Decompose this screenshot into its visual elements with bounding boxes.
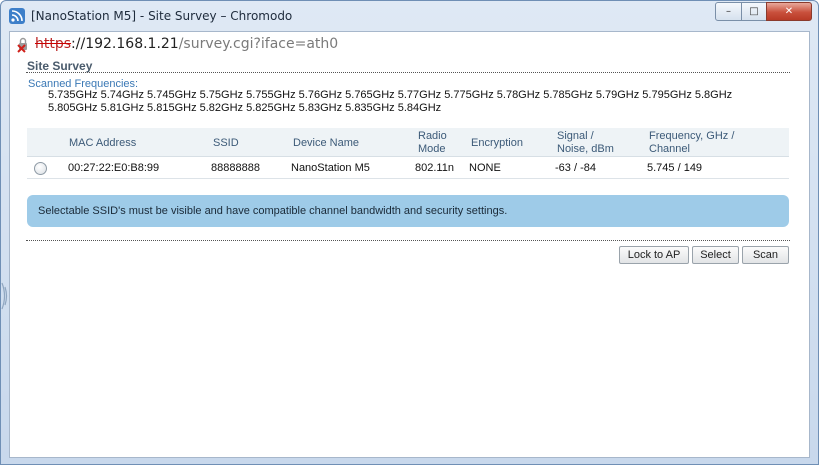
header-signal-noise: Signal / Noise, dBm [557,130,614,156]
cell-frequency-channel: 5.745 / 149 [647,162,703,174]
window-controls: – □ ✕ [715,2,812,21]
header-encryption: Encryption [471,137,523,149]
address-bar[interactable]: https://192.168.1.21/survey.cgi?iface=at… [9,31,810,58]
minimize-icon: – [726,6,731,17]
minimize-button[interactable]: – [715,2,742,21]
top-divider [26,72,790,73]
scan-button[interactable]: Scan [742,246,789,264]
resize-grip [1,281,9,311]
url-path: /survey.cgi?iface=ath0 [178,36,339,52]
action-buttons: Lock to AP Select Scan [619,246,789,264]
table-row[interactable]: 00:27:22:E0:B8:99 88888888 NanoStation M… [27,157,789,179]
title-bar: [NanoStation M5] - Site Survey – Chromod… [1,1,818,31]
header-radio-mode: Radio Mode [418,130,447,156]
maximize-icon: □ [749,6,759,17]
maximize-button[interactable]: □ [741,2,767,21]
survey-table: MAC Address SSID Device Name Radio Mode E… [27,128,789,179]
url-host: 192.168.1.21 [85,36,179,52]
info-message: Selectable SSID's must be visible and ha… [27,195,789,227]
browser-window: [NanoStation M5] - Site Survey – Chromod… [0,0,819,465]
url-separator: :// [71,36,86,52]
url-text[interactable]: https://192.168.1.21/survey.cgi?iface=at… [35,36,338,52]
cell-ssid: 88888888 [211,162,260,174]
url-scheme: https [35,36,72,52]
header-freq-line2: Channel [649,143,690,155]
header-radio-line1: Radio [418,130,447,142]
header-signal-line1: Signal / [557,130,594,142]
header-ssid: SSID [213,137,239,149]
header-signal-line2: Noise, dBm [557,143,614,155]
cell-mac: 00:27:22:E0:B8:99 [68,162,160,174]
table-header: MAC Address SSID Device Name Radio Mode E… [27,128,789,157]
cell-encryption: NONE [469,162,501,174]
select-button[interactable]: Select [692,246,739,264]
cell-radio-mode: 802.11n [415,162,454,174]
header-device-name: Device Name [293,137,360,149]
header-mac: MAC Address [69,137,137,149]
page-title: Site Survey [27,59,93,73]
header-freq-line1: Frequency, GHz / [649,130,735,142]
rss-icon [9,8,25,24]
cell-device-name: NanoStation M5 [291,162,370,174]
insecure-lock-icon [16,37,34,53]
header-frequency-channel: Frequency, GHz / Channel [649,130,734,156]
lock-to-ap-button[interactable]: Lock to AP [619,246,689,264]
close-icon: ✕ [784,6,794,17]
row-select-radio[interactable] [34,162,47,175]
bottom-divider [26,240,790,241]
close-button[interactable]: ✕ [766,2,812,21]
cell-signal-noise: -63 / -84 [555,162,596,174]
window-title: [NanoStation M5] - Site Survey – Chromod… [31,9,293,23]
page-content: Site Survey Scanned Frequencies: 5.735GH… [9,58,810,458]
scanned-frequencies-list: 5.735GHz 5.74GHz 5.745GHz 5.75GHz 5.755G… [48,89,733,114]
header-radio-line2: Mode [418,143,446,155]
